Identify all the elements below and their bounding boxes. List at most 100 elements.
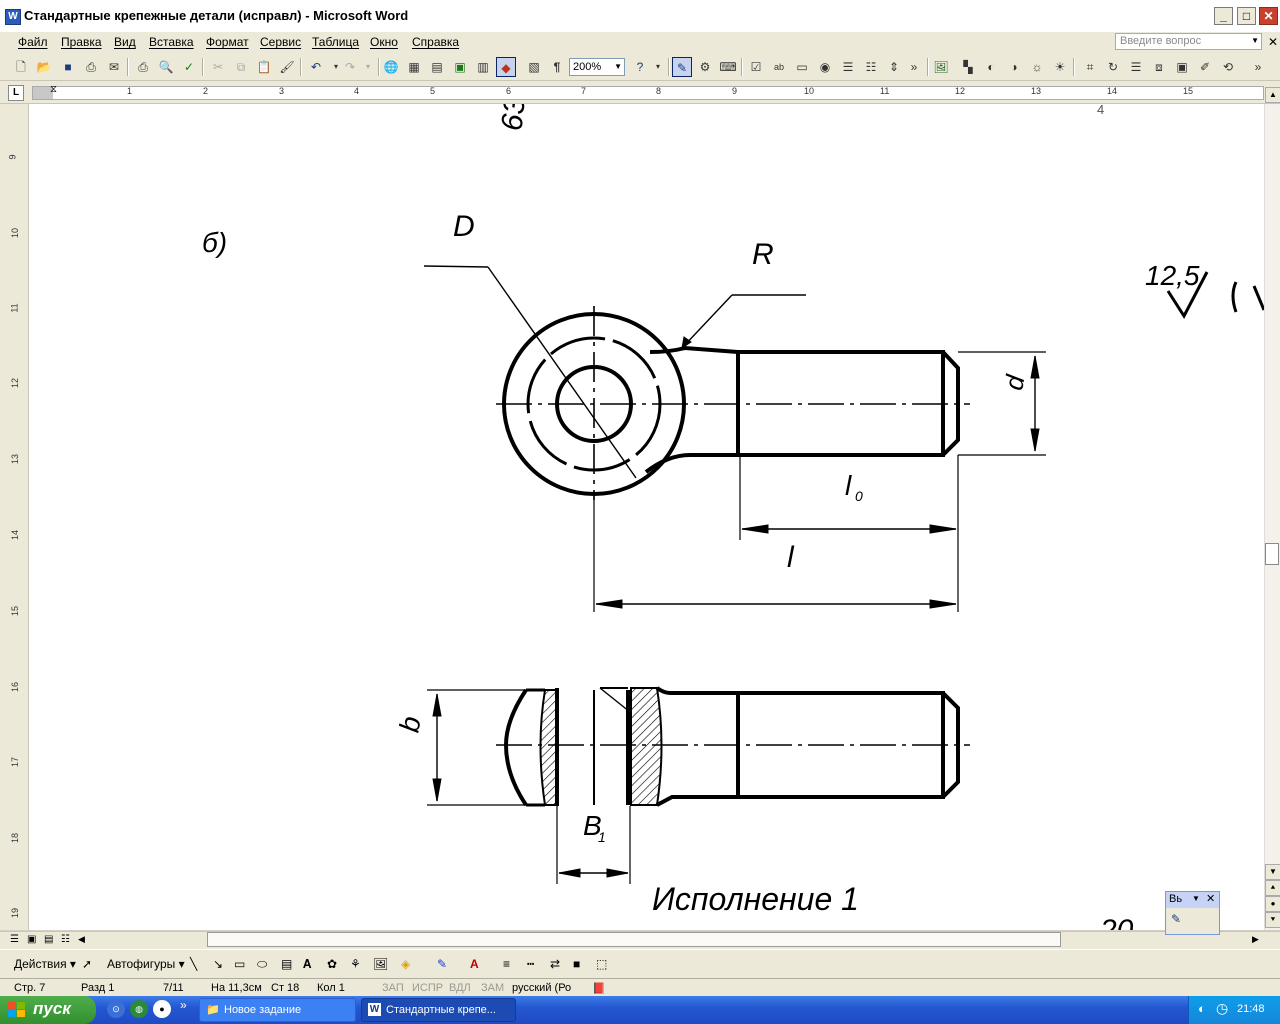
rectangle-tool-icon[interactable]: ▭ — [234, 957, 245, 971]
quicklaunch-browser-icon[interactable]: ◍ — [130, 1000, 148, 1018]
print-layout-icon[interactable]: ▤ — [44, 934, 53, 945]
drawing-icon[interactable]: ◆ — [496, 57, 516, 77]
reset-picture-icon[interactable]: ⟲ — [1218, 57, 1238, 77]
menu-tools[interactable]: Сервис — [260, 35, 301, 49]
line-tool-icon[interactable]: ╲ — [190, 957, 197, 971]
document-map-icon[interactable]: ▧ — [524, 57, 544, 77]
menu-insert[interactable]: Вставка — [149, 35, 194, 49]
menu-view[interactable]: Вид — [114, 35, 136, 49]
floating-toolbar-header[interactable]: Вь ▼ ✕ — [1166, 892, 1219, 908]
textbox-tool-icon[interactable]: ▤ — [281, 957, 292, 971]
chevron-down-icon[interactable]: ▼ — [1251, 36, 1259, 45]
vertical-ruler[interactable]: 9 10 11 12 13 14 15 16 17 18 19 — [0, 104, 29, 930]
checkbox-control-icon[interactable]: ☑ — [746, 57, 766, 77]
diagram-icon[interactable]: ✿ — [327, 957, 337, 971]
maximize-button[interactable]: □ — [1237, 7, 1256, 25]
redo-icon[interactable]: ↷ — [340, 57, 360, 77]
open-icon[interactable]: 📂 — [34, 57, 54, 77]
toolbar-overflow-icon[interactable]: » — [1248, 57, 1268, 77]
permission-icon[interactable]: ⎙ — [81, 57, 101, 77]
redo-dropdown-icon[interactable]: ▾ — [358, 57, 378, 77]
next-page-icon[interactable]: ⯆ — [1265, 912, 1280, 928]
help-icon[interactable]: ? — [630, 57, 650, 77]
word-app-icon[interactable]: W — [5, 9, 21, 25]
scroll-right-icon[interactable]: ▶ — [1252, 934, 1259, 945]
quicklaunch-app-icon[interactable]: ⊙ — [107, 1000, 125, 1018]
design-mode-icon[interactable]: ✎ — [672, 57, 692, 77]
horizontal-scroll-thumb[interactable] — [207, 932, 1061, 947]
spelling-status-icon[interactable]: 📕 — [592, 982, 606, 995]
rotate-icon[interactable]: ↻ — [1103, 57, 1123, 77]
status-overtype[interactable]: ЗАМ — [481, 982, 504, 994]
tray-clock-icon[interactable]: ◷ — [1216, 1000, 1228, 1017]
set-transparent-icon[interactable]: ✐ — [1195, 57, 1215, 77]
web-view-icon[interactable]: ▣ — [27, 934, 36, 945]
status-extend[interactable]: ВДЛ — [449, 982, 471, 994]
view-code-icon[interactable]: ⌨ — [718, 57, 738, 77]
close-icon[interactable]: ✕ — [1206, 892, 1215, 905]
copy-icon[interactable]: ⧉ — [231, 57, 251, 77]
dash-style-icon[interactable]: ┅ — [527, 957, 534, 971]
paste-icon[interactable]: 📋 — [254, 57, 274, 77]
less-brightness-icon[interactable]: ☀ — [1050, 57, 1070, 77]
zoom-select[interactable]: 200% ▼ — [569, 58, 625, 76]
scroll-down-icon[interactable]: ▼ — [1265, 864, 1280, 880]
more-controls-icon[interactable]: » — [904, 57, 924, 77]
line-style-icon[interactable]: ≡ — [503, 957, 510, 971]
more-contrast-icon[interactable]: ◐ — [981, 57, 1001, 77]
email-icon[interactable]: ✉ — [104, 57, 124, 77]
insert-picture-icon[interactable]: 🖼 — [931, 57, 951, 77]
print-preview-icon[interactable]: 🔍 — [156, 57, 176, 77]
properties-icon[interactable]: ⚙ — [695, 57, 715, 77]
command-button-icon[interactable]: ▭ — [792, 57, 812, 77]
outline-view-icon[interactable]: ☷ — [61, 934, 70, 945]
task-button-folder[interactable]: 📁 Новое задание — [199, 998, 356, 1022]
compress-icon[interactable]: ⧈ — [1149, 57, 1169, 77]
task-button-word[interactable]: W Стандартные крепе... — [361, 998, 516, 1022]
status-track-changes[interactable]: ИСПР — [412, 982, 443, 994]
less-contrast-icon[interactable]: ◑ — [1004, 57, 1024, 77]
textbox-control-icon[interactable]: ab — [769, 57, 789, 77]
crop-icon[interactable]: ⌗ — [1080, 57, 1100, 77]
more-brightness-icon[interactable]: ☼ — [1027, 57, 1047, 77]
insert-table-icon[interactable]: ▤ — [427, 57, 447, 77]
insert-excel-icon[interactable]: ▣ — [450, 57, 470, 77]
toolbar-options-icon[interactable]: ▾ — [648, 57, 668, 77]
toggle-button-icon[interactable]: ⇕ — [884, 57, 904, 77]
ask-question-input[interactable]: Введите вопрос ▼ — [1115, 33, 1262, 50]
chevron-down-icon[interactable]: ▼ — [1192, 894, 1200, 903]
quicklaunch-panda-icon[interactable]: ● — [153, 1000, 171, 1018]
cut-icon[interactable]: ✂ — [208, 57, 228, 77]
new-document-icon[interactable]: 🗋 — [11, 57, 31, 77]
quicklaunch-more-icon[interactable]: » — [180, 998, 187, 1012]
floating-toolbar[interactable]: Вь ▼ ✕ ✎ — [1165, 891, 1220, 935]
normal-view-icon[interactable]: ☰ — [10, 934, 19, 945]
browse-object-icon[interactable]: ● — [1265, 896, 1280, 912]
image-control-icon[interactable]: ▚ — [958, 57, 978, 77]
line-style-icon[interactable]: ☰ — [1126, 57, 1146, 77]
shadow-style-icon[interactable]: ■ — [573, 957, 580, 971]
menu-file[interactable]: Файл — [18, 35, 48, 49]
wordart-icon[interactable]: 𝐀 — [303, 957, 311, 972]
option-button-icon[interactable]: ◉ — [815, 57, 835, 77]
vertical-scroll-thumb[interactable] — [1265, 543, 1279, 565]
columns-icon[interactable]: ▥ — [473, 57, 493, 77]
font-color-icon[interactable]: A — [470, 957, 479, 971]
menu-table[interactable]: Таблица — [312, 35, 359, 49]
autoshapes-button[interactable]: Автофигуры ▾ — [107, 957, 185, 971]
status-record[interactable]: ЗАП — [382, 982, 404, 994]
start-button[interactable]: пуск — [0, 996, 96, 1024]
scroll-left-icon[interactable]: ◀ — [78, 934, 85, 945]
menu-help[interactable]: Справка — [412, 35, 459, 49]
indent-marker-icon[interactable]: ⧖ — [50, 84, 57, 95]
draw-actions-button[interactable]: Действия ▾ — [14, 957, 76, 971]
3d-style-icon[interactable]: ⬚ — [596, 957, 607, 971]
format-picture-icon[interactable]: ▣ — [1172, 57, 1192, 77]
insert-image-icon[interactable]: 🖼 — [373, 957, 388, 971]
select-objects-icon[interactable]: ➚ — [82, 957, 92, 971]
previous-page-icon[interactable]: ⯅ — [1265, 880, 1280, 896]
tray-app-icon[interactable]: ◐ — [1198, 1001, 1206, 1016]
menu-format[interactable]: Формат — [206, 35, 249, 49]
chevron-down-icon[interactable]: ▼ — [614, 62, 622, 71]
spelling-icon[interactable]: ✓ — [179, 57, 199, 77]
